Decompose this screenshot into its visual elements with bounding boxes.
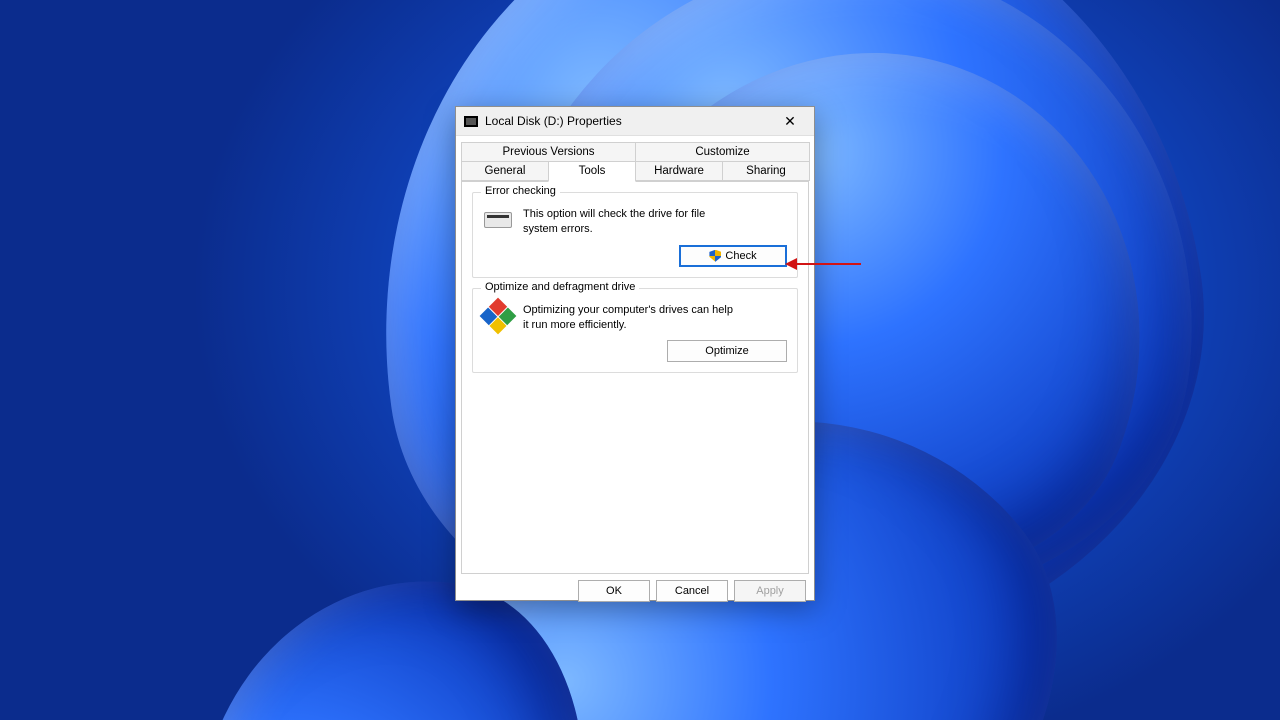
apply-button[interactable]: Apply [734, 580, 806, 602]
close-icon: ✕ [784, 113, 796, 130]
drive-icon [483, 207, 513, 233]
title-bar[interactable]: Local Disk (D:) Properties ✕ [456, 107, 814, 136]
group-optimize: Optimize and defragment drive Optimizing… [472, 288, 798, 374]
optimize-button-label: Optimize [705, 345, 748, 357]
cancel-button[interactable]: Cancel [656, 580, 728, 602]
close-button[interactable]: ✕ [770, 107, 810, 135]
dialog-footer: OK Cancel Apply [456, 574, 814, 610]
tab-tools[interactable]: Tools [548, 161, 636, 182]
properties-dialog: Local Disk (D:) Properties ✕ Previous Ve… [455, 106, 815, 601]
error-checking-description: This option will check the drive for fil… [523, 207, 733, 237]
check-button-label: Check [725, 250, 756, 262]
tab-customize[interactable]: Customize [635, 142, 810, 161]
tab-panel-tools: Error checking This option will check th… [461, 181, 809, 574]
check-button[interactable]: Check [679, 245, 787, 267]
group-error-checking: Error checking This option will check th… [472, 192, 798, 278]
tab-sharing[interactable]: Sharing [722, 161, 810, 181]
drive-title-icon [464, 116, 478, 127]
group-legend-optimize: Optimize and defragment drive [481, 281, 639, 293]
defrag-icon [483, 303, 513, 329]
optimize-button[interactable]: Optimize [667, 340, 787, 362]
tab-hardware[interactable]: Hardware [635, 161, 723, 181]
optimize-description: Optimizing your computer's drives can he… [523, 303, 733, 333]
tab-previous-versions[interactable]: Previous Versions [461, 142, 636, 161]
window-title: Local Disk (D:) Properties [485, 114, 770, 128]
tab-general[interactable]: General [461, 161, 549, 181]
ok-button[interactable]: OK [578, 580, 650, 602]
group-legend-error-checking: Error checking [481, 185, 560, 197]
uac-shield-icon [709, 250, 721, 262]
